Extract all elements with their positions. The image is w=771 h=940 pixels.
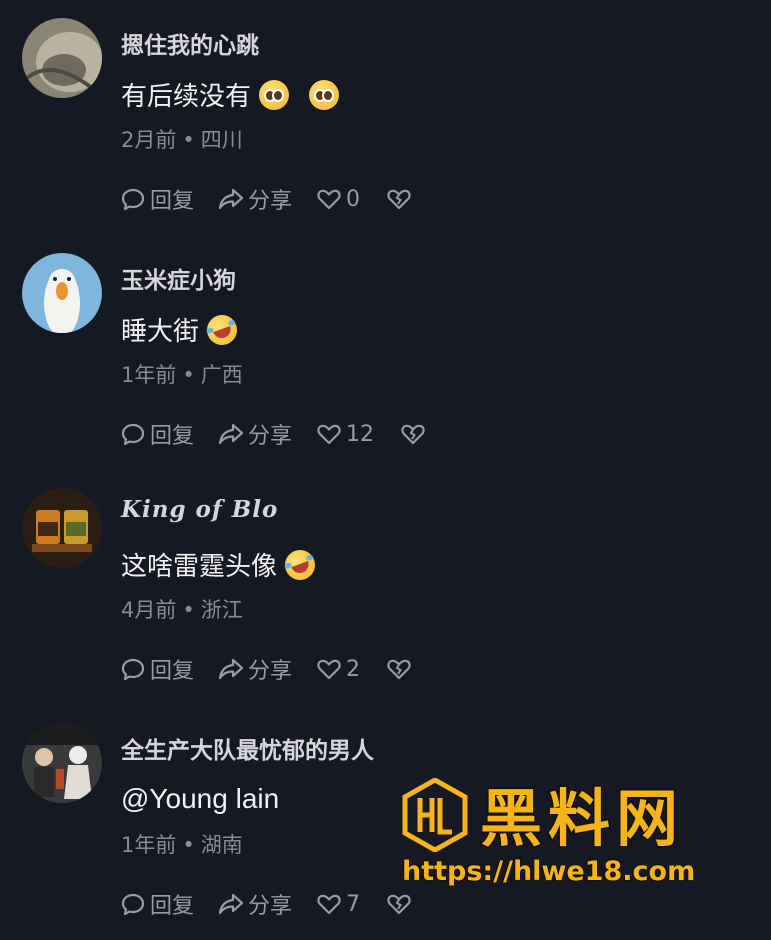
comment-text: 这啥雷霆头像 bbox=[121, 545, 320, 584]
heart-icon bbox=[317, 659, 341, 680]
share-button[interactable]: 分享 bbox=[218, 183, 292, 215]
like-button[interactable]: 0 bbox=[316, 186, 360, 212]
meta-separator: • bbox=[182, 598, 195, 622]
comment-text: 睡大街 bbox=[121, 310, 242, 349]
share-arrow-icon bbox=[218, 658, 244, 680]
comment-item: King of Blo 这啥雷霆头像 4月前 • 浙江 回复 分享 2 bbox=[0, 470, 771, 705]
reply-button[interactable]: 回复 bbox=[120, 888, 194, 920]
share-button[interactable]: 分享 bbox=[218, 418, 292, 450]
watermark: 黑料网 https://hlwe18.com bbox=[398, 776, 758, 906]
heart-icon bbox=[317, 894, 341, 915]
like-button[interactable]: 2 bbox=[316, 656, 360, 682]
comment-actions: 回复 分享 0 bbox=[120, 183, 440, 215]
username[interactable]: 全生产大队最忧郁的男人 bbox=[121, 731, 374, 765]
share-arrow-icon bbox=[218, 188, 244, 210]
avatar[interactable] bbox=[22, 253, 102, 333]
comment-actions: 回复 分享 7 bbox=[120, 888, 440, 920]
meta-separator: • bbox=[182, 128, 195, 152]
reply-bubble-icon bbox=[121, 423, 145, 446]
comment-time: 1年前 bbox=[121, 833, 177, 857]
share-label: 分享 bbox=[248, 894, 293, 919]
like-count: 2 bbox=[346, 656, 361, 682]
share-button[interactable]: 分享 bbox=[218, 888, 292, 920]
comment-time: 2月前 bbox=[121, 128, 177, 152]
like-button[interactable]: 7 bbox=[316, 891, 360, 917]
rolling-laughing-emoji bbox=[280, 545, 320, 584]
comment-time: 1年前 bbox=[121, 363, 177, 387]
dislike-button[interactable] bbox=[400, 421, 430, 447]
like-count: 7 bbox=[346, 891, 361, 917]
dislike-button[interactable] bbox=[386, 656, 416, 682]
heart-icon bbox=[317, 189, 341, 210]
watermark-url: https://hlwe18.com bbox=[401, 855, 696, 888]
watermark-logo-icon bbox=[402, 778, 468, 852]
share-button[interactable]: 分享 bbox=[218, 653, 292, 685]
reply-bubble-icon bbox=[121, 188, 145, 211]
comment-location: 浙江 bbox=[200, 598, 243, 622]
watermark-title: 黑料网 bbox=[478, 781, 685, 857]
like-count: 12 bbox=[346, 421, 375, 447]
share-arrow-icon bbox=[218, 423, 244, 445]
reply-button[interactable]: 回复 bbox=[120, 418, 194, 450]
comment-location: 四川 bbox=[200, 128, 243, 152]
reply-label: 回复 bbox=[150, 424, 195, 449]
comment-meta: 2月前 • 四川 bbox=[121, 124, 243, 154]
comment-text-content[interactable]: @Young lain bbox=[121, 783, 279, 815]
comment-actions: 回复 分享 2 bbox=[120, 653, 440, 685]
comment-text-content: 有后续没有 bbox=[121, 82, 252, 112]
rolling-laughing-emoji bbox=[202, 310, 242, 349]
comment-location: 广西 bbox=[200, 363, 243, 387]
share-label: 分享 bbox=[248, 189, 293, 214]
username[interactable]: King of Blo bbox=[121, 496, 278, 523]
share-label: 分享 bbox=[248, 424, 293, 449]
share-label: 分享 bbox=[248, 659, 293, 684]
like-button[interactable]: 12 bbox=[316, 421, 374, 447]
comment-text-content: 睡大街 bbox=[121, 317, 200, 347]
broken-heart-icon bbox=[387, 659, 411, 680]
reply-label: 回复 bbox=[150, 894, 195, 919]
reply-label: 回复 bbox=[150, 189, 195, 214]
broken-heart-icon bbox=[387, 189, 411, 210]
avatar[interactable] bbox=[22, 723, 102, 803]
reply-bubble-icon bbox=[121, 893, 145, 916]
dislike-button[interactable] bbox=[386, 186, 416, 212]
comment-text: 有后续没有 bbox=[121, 76, 340, 113]
reply-bubble-icon bbox=[121, 658, 145, 681]
comment-meta: 4月前 • 浙江 bbox=[121, 594, 243, 624]
broken-heart-icon bbox=[401, 424, 425, 445]
like-count: 0 bbox=[346, 186, 361, 212]
comment-text-content: 这啥雷霆头像 bbox=[121, 552, 278, 582]
username[interactable]: 玉米症小狗 bbox=[121, 261, 236, 295]
pleading-face-emoji bbox=[309, 79, 340, 110]
comment-item: 玉米症小狗 睡大街 1年前 • 广西 回复 分享 12 bbox=[0, 235, 771, 470]
meta-separator: • bbox=[182, 363, 195, 387]
comment-location: 湖南 bbox=[200, 833, 243, 857]
avatar[interactable] bbox=[22, 18, 102, 98]
comment-item: 摁住我的心跳 有后续没有 2月前 • 四川 回复 分享 0 bbox=[0, 0, 771, 235]
avatar[interactable] bbox=[22, 488, 102, 568]
meta-separator: • bbox=[182, 833, 195, 857]
comment-actions: 回复 分享 12 bbox=[120, 418, 454, 450]
comment-time: 4月前 bbox=[121, 598, 177, 622]
reply-button[interactable]: 回复 bbox=[120, 183, 194, 215]
reply-button[interactable]: 回复 bbox=[120, 653, 194, 685]
heart-icon bbox=[317, 424, 341, 445]
username[interactable]: 摁住我的心跳 bbox=[121, 26, 259, 60]
share-arrow-icon bbox=[218, 893, 244, 915]
reply-label: 回复 bbox=[150, 659, 195, 684]
comment-text: @Young lain bbox=[121, 783, 279, 815]
comment-meta: 1年前 • 湖南 bbox=[121, 829, 243, 859]
pleading-face-emoji bbox=[259, 79, 290, 110]
comment-meta: 1年前 • 广西 bbox=[121, 359, 243, 389]
